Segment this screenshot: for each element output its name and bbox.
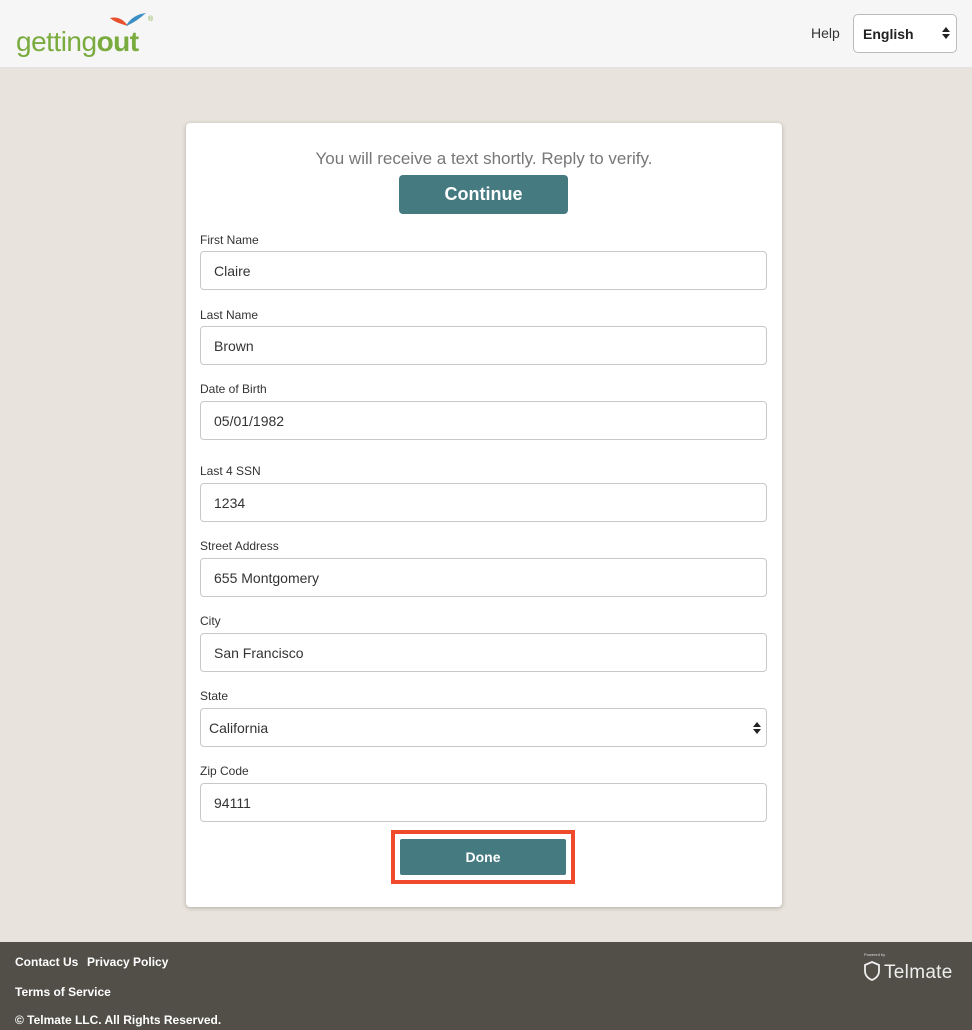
zip-code-field[interactable]: 94111: [200, 783, 767, 822]
ssn-field[interactable]: 1234: [200, 483, 767, 522]
street-address-field[interactable]: 655 Montgomery: [200, 558, 767, 597]
language-select-value: English: [863, 26, 914, 42]
top-header: gettingout ® Help English: [0, 0, 972, 68]
street-address-label: Street Address: [200, 539, 279, 553]
gettingout-logo[interactable]: gettingout ®: [16, 10, 156, 58]
contact-us-link[interactable]: Contact Us: [15, 955, 78, 969]
telmate-brand: Telmate: [884, 962, 953, 983]
shield-icon: [864, 961, 880, 981]
last-name-label: Last Name: [200, 308, 259, 322]
city-field[interactable]: San Francisco: [200, 633, 767, 672]
logo-text: gettingout: [16, 26, 139, 58]
telmate-logo: Powered by Telmate: [862, 950, 962, 984]
registered-mark: ®: [148, 16, 154, 23]
verify-notice: You will receive a text shortly. Reply t…: [315, 149, 653, 168]
dob-field[interactable]: 05/01/1982: [200, 401, 767, 440]
select-arrows-icon: [942, 27, 950, 39]
logo-text-bold: out: [96, 26, 140, 57]
logo-text-light: getting: [16, 26, 97, 57]
continue-button[interactable]: Continue: [399, 175, 568, 214]
state-select-value: California: [209, 720, 269, 736]
help-link[interactable]: Help: [811, 25, 840, 41]
done-button[interactable]: Done: [400, 839, 566, 875]
terms-of-service-link[interactable]: Terms of Service: [15, 985, 111, 999]
powered-by-text: Powered by: [864, 952, 886, 957]
ssn-label: Last 4 SSN: [200, 464, 261, 478]
language-select[interactable]: English: [853, 14, 957, 53]
city-label: City: [200, 614, 221, 628]
dob-label: Date of Birth: [200, 382, 267, 396]
privacy-policy-link[interactable]: Privacy Policy: [87, 955, 168, 969]
first-name-label: First Name: [200, 233, 259, 247]
last-name-field[interactable]: Brown: [200, 326, 767, 365]
select-arrows-icon: [753, 722, 761, 734]
state-select[interactable]: California: [200, 708, 767, 747]
zip-code-label: Zip Code: [200, 764, 249, 778]
state-label: State: [200, 689, 229, 703]
verification-form-card: You will receive a text shortly. Reply t…: [186, 123, 782, 907]
page-footer: Contact Us Privacy Policy Terms of Servi…: [0, 942, 972, 1030]
copyright-text: © Telmate LLC. All Rights Reserved.: [15, 1013, 222, 1027]
first-name-field[interactable]: Claire: [200, 251, 767, 290]
